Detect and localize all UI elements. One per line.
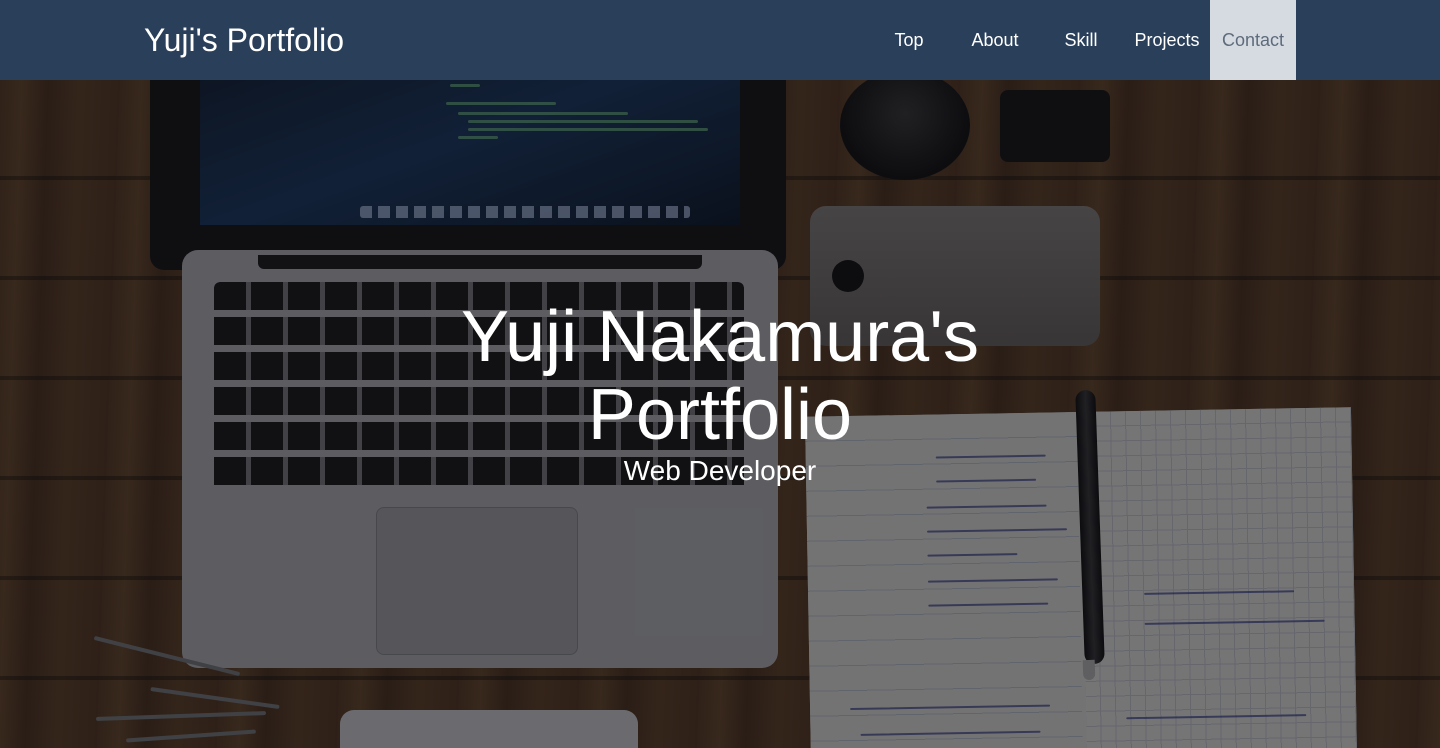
- hero-subtitle: Web Developer: [623, 455, 817, 486]
- nav-item-projects[interactable]: Projects: [1124, 0, 1210, 80]
- nav-menu: Top About Skill Projects Contact: [866, 0, 1296, 80]
- nav-item-skill[interactable]: Skill: [1038, 0, 1124, 80]
- nav-item-top[interactable]: Top: [866, 0, 952, 80]
- nav-item-contact[interactable]: Contact: [1210, 0, 1296, 80]
- nav-item-about[interactable]: About: [952, 0, 1038, 80]
- brand-link[interactable]: Yuji's Portfolio: [144, 18, 344, 62]
- navbar: Yuji's Portfolio Top About Skill Project…: [0, 0, 1440, 80]
- hero-title: Yuji Nakamura's Portfolio: [461, 297, 979, 455]
- hero-text: Yuji Nakamura's Portfolio Web Developer: [0, 298, 1440, 488]
